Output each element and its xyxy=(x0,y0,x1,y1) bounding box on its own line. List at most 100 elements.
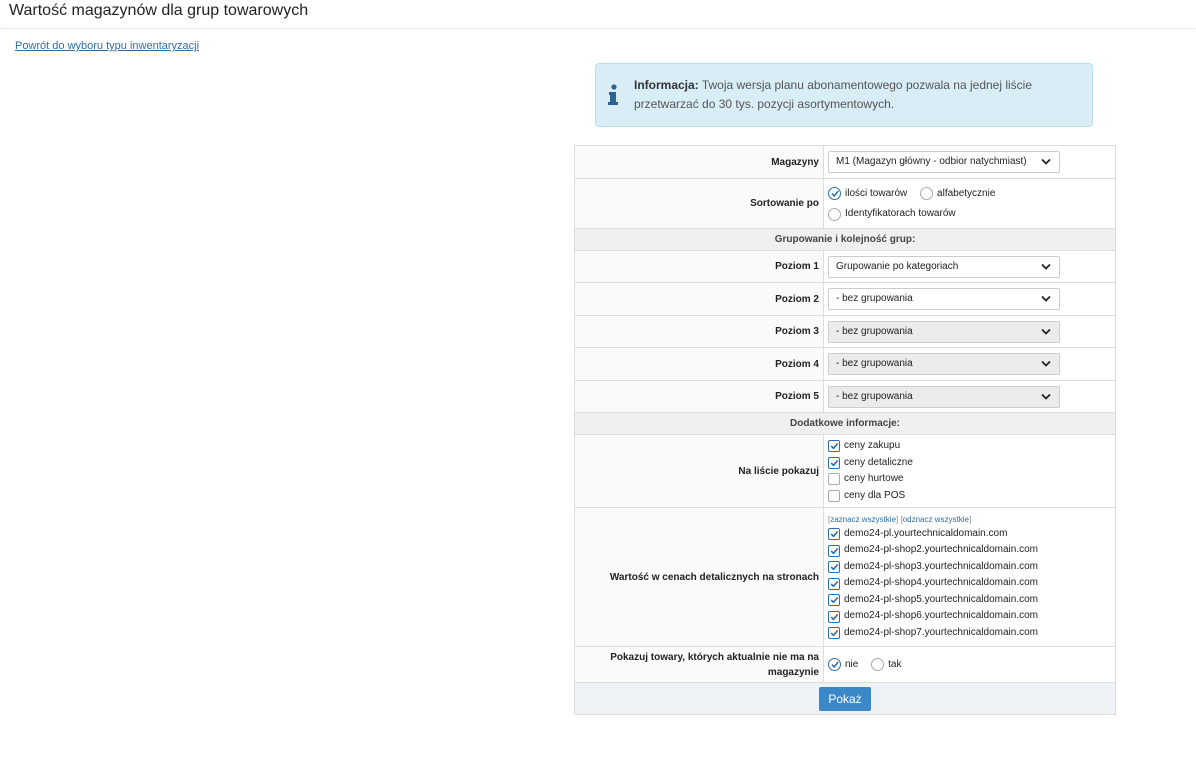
show-option-item: ceny detaliczne xyxy=(828,455,1115,472)
show-on-list-label: Na liście pokazuj xyxy=(574,434,824,508)
row-sites-value: Wartość w cenach detalicznych na stronac… xyxy=(574,507,1116,647)
level-1-value: Grupowanie po kategoriach xyxy=(836,260,959,272)
sort-radio-ids[interactable] xyxy=(828,207,841,221)
site-item: demo24-pl-shop5.yourtechnicaldomain.com xyxy=(828,592,1115,609)
sort-radio-quantity[interactable] xyxy=(828,187,841,201)
check-icon xyxy=(830,629,839,637)
check-icon xyxy=(830,563,839,571)
show-option-checkbox[interactable] xyxy=(828,440,840,453)
level-4-select[interactable]: - bez grupowania xyxy=(828,353,1060,375)
info-box: Informacja: Twoja wersja planu abonament… xyxy=(595,63,1093,127)
site-item: demo24-pl.yourtechnicaldomain.com xyxy=(828,526,1115,543)
grouping-header-row: Grupowanie i kolejność grup: xyxy=(574,228,1116,251)
show-option-label: ceny zakupu xyxy=(844,440,901,451)
warehouses-select-value: M1 (Magazyn główny - odbior natychmiast) xyxy=(836,156,1027,167)
show-option-checkbox[interactable] xyxy=(828,456,840,469)
level-2-value: - bez grupowania xyxy=(836,293,913,304)
info-icon xyxy=(608,84,618,105)
info-text: Informacja: Twoja wersja planu abonament… xyxy=(634,76,1074,114)
out-of-stock-label: Pokazuj towary, których aktualnie nie ma… xyxy=(574,646,824,683)
back-link[interactable]: Powrót do wyboru typu inwentaryzacji xyxy=(15,40,199,52)
check-icon xyxy=(830,596,839,604)
row-level-2: Poziom 2 - bez grupowania xyxy=(574,282,1116,316)
site-label: demo24-pl-shop2.yourtechnicaldomain.com xyxy=(844,544,1038,556)
chevron-down-icon xyxy=(1041,295,1051,302)
out-of-stock-radio-no[interactable] xyxy=(828,658,841,671)
chevron-down-icon xyxy=(1041,360,1051,367)
out-of-stock-option-yes: tak xyxy=(888,659,902,670)
site-item: demo24-pl-shop4.yourtechnicaldomain.com xyxy=(828,575,1115,592)
site-label: demo24-pl-shop7.yourtechnicaldomain.com xyxy=(844,626,1038,638)
site-item: demo24-pl-shop3.yourtechnicaldomain.com xyxy=(828,559,1115,576)
row-sort: Sortowanie po ilości towarów alfabetyczn… xyxy=(574,178,1116,229)
chevron-down-icon xyxy=(1041,263,1051,270)
row-warehouses: Magazyny M1 (Magazyn główny - odbior nat… xyxy=(574,145,1116,179)
level-2-label: Poziom 2 xyxy=(574,282,824,316)
site-label: demo24-pl-shop6.yourtechnicaldomain.com xyxy=(844,610,1038,622)
row-level-3: Poziom 3 - bez grupowania xyxy=(574,315,1116,348)
row-level-1: Poziom 1 Grupowanie po kategoriach xyxy=(574,250,1116,283)
site-item: demo24-pl-shop2.yourtechnicaldomain.com xyxy=(828,542,1115,559)
info-label: Informacja: xyxy=(634,78,699,92)
site-item: demo24-pl-shop6.yourtechnicaldomain.com xyxy=(828,608,1115,625)
level-3-value: - bez grupowania xyxy=(836,325,913,337)
check-icon xyxy=(830,459,839,467)
level-4-value: - bez grupowania xyxy=(836,358,913,369)
site-checkbox[interactable] xyxy=(828,577,840,590)
site-checkbox[interactable] xyxy=(828,528,840,540)
check-icon xyxy=(830,443,839,450)
site-checkbox[interactable] xyxy=(828,544,840,557)
select-all-link[interactable]: zaznacz wszystkie xyxy=(830,515,896,524)
sort-option-ids: Identyfikatorach towarów xyxy=(845,208,956,219)
show-option-item: ceny dla POS xyxy=(828,488,1115,505)
additional-header: Dodatkowe informacje: xyxy=(574,412,1116,435)
row-show-on-list: Na liście pokazuj ceny zakupu ceny detali… xyxy=(574,434,1116,508)
level-3-select[interactable]: - bez grupowania xyxy=(828,320,1060,343)
sort-option-quantity: ilości towarów xyxy=(845,187,908,199)
report-form: Magazyny M1 (Magazyn główny - odbior nat… xyxy=(574,145,1116,715)
check-icon xyxy=(830,613,839,620)
show-option-checkbox[interactable] xyxy=(828,473,840,486)
level-5-value: - bez grupowania xyxy=(836,390,913,402)
level-3-label: Poziom 3 xyxy=(574,315,824,348)
show-option-label: ceny dla POS xyxy=(844,489,906,501)
level-1-select[interactable]: Grupowanie po kategoriach xyxy=(828,255,1060,278)
site-label: demo24-pl-shop5.yourtechnicaldomain.com xyxy=(844,593,1038,605)
row-level-5: Poziom 5 - bez grupowania xyxy=(574,380,1116,413)
site-label: demo24-pl-shop3.yourtechnicaldomain.com xyxy=(844,560,1038,572)
show-option-item: ceny hurtowe xyxy=(828,471,1115,488)
level-5-label: Poziom 5 xyxy=(574,380,824,413)
submit-button[interactable]: Pokaż xyxy=(819,686,871,711)
site-checkbox[interactable] xyxy=(828,594,840,606)
show-option-label: ceny hurtowe xyxy=(844,473,904,484)
page-title: Wartość magazynów dla grup towarowych xyxy=(9,2,309,19)
sites-list: demo24-pl.yourtechnicaldomain.com demo24-… xyxy=(828,526,1115,642)
out-of-stock-radio-yes[interactable] xyxy=(871,658,885,671)
site-label: demo24-pl.yourtechnicaldomain.com xyxy=(844,527,1008,539)
deselect-all-link[interactable]: odznacz wszystkie xyxy=(903,515,969,524)
warehouses-select[interactable]: M1 (Magazyn główny - odbior natychmiast) xyxy=(828,151,1060,173)
show-option-label: ceny detaliczne xyxy=(844,456,913,468)
site-item: demo24-pl-shop7.yourtechnicaldomain.com xyxy=(828,625,1115,642)
site-checkbox[interactable] xyxy=(828,561,840,573)
sort-label: Sortowanie po xyxy=(574,178,824,229)
out-of-stock-option-no: nie xyxy=(845,659,859,670)
check-icon xyxy=(830,547,839,554)
site-checkbox[interactable] xyxy=(828,627,840,639)
sort-option-alpha: alfabetycznie xyxy=(937,187,996,199)
chevron-down-icon xyxy=(1041,158,1051,165)
level-5-select[interactable]: - bez grupowania xyxy=(828,385,1060,408)
level-2-select[interactable]: - bez grupowania xyxy=(828,288,1060,310)
row-out-of-stock: Pokazuj towary, których aktualnie nie ma… xyxy=(574,646,1116,683)
row-level-4: Poziom 4 - bez grupowania xyxy=(574,347,1116,381)
show-option-checkbox[interactable] xyxy=(828,489,840,502)
site-label: demo24-pl-shop4.yourtechnicaldomain.com xyxy=(844,577,1038,589)
chevron-down-icon xyxy=(1041,328,1051,335)
grouping-header: Grupowanie i kolejność grup: xyxy=(574,228,1116,251)
additional-header-row: Dodatkowe informacje: xyxy=(574,412,1116,435)
sites-value-label: Wartość w cenach detalicznych na stronac… xyxy=(574,507,824,647)
submit-row: Pokaż xyxy=(574,682,1116,715)
site-checkbox[interactable] xyxy=(828,610,840,623)
sort-radio-alpha[interactable] xyxy=(920,187,934,201)
title-divider xyxy=(0,28,1196,29)
